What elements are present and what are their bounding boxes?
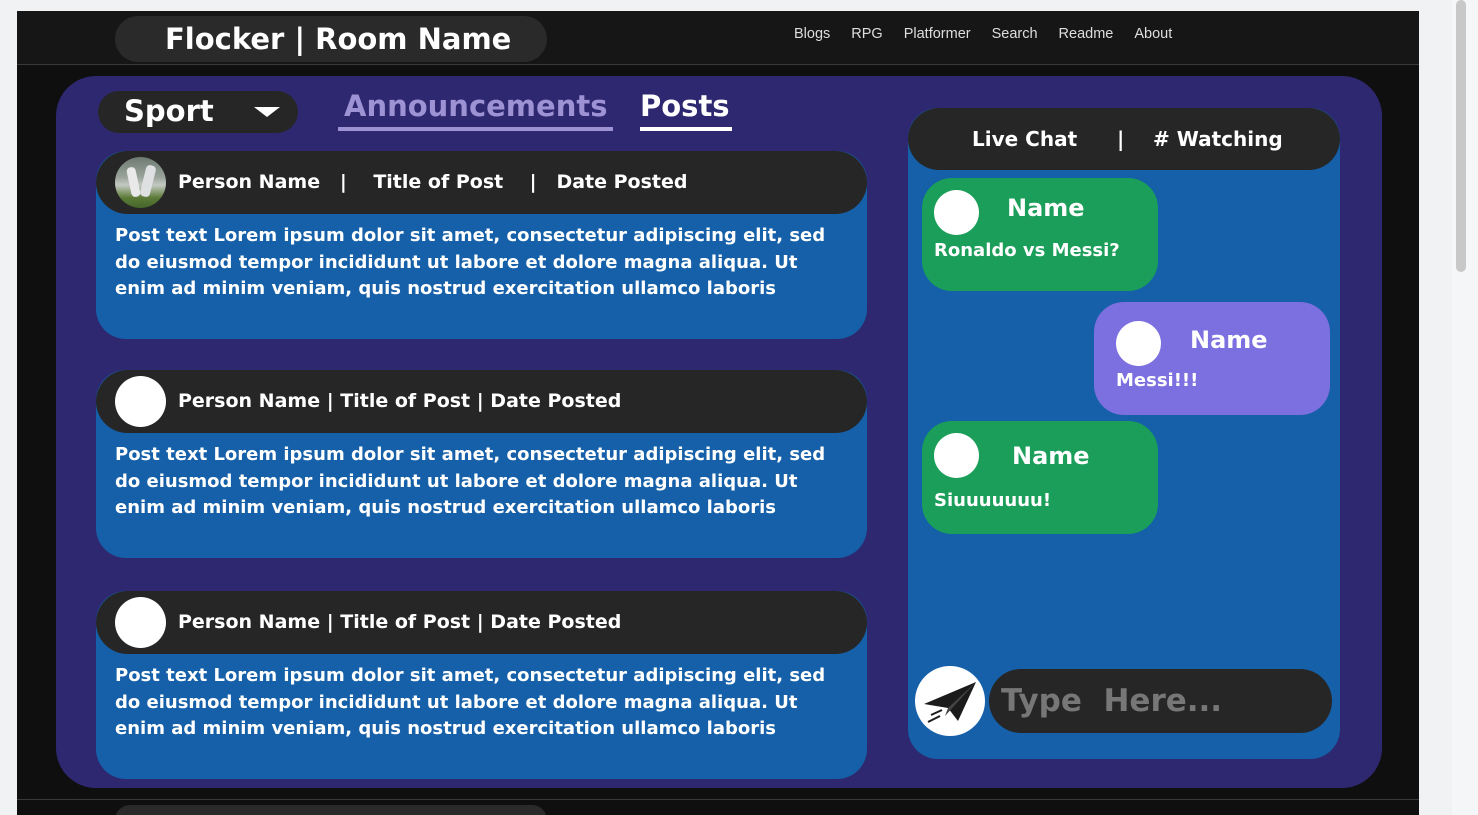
next-section-pill bbox=[115, 805, 547, 815]
category-dropdown-label: Sport bbox=[124, 94, 214, 128]
top-navbar: Flocker | Room Name Blogs RPG Platformer… bbox=[17, 11, 1419, 65]
nav-link-about[interactable]: About bbox=[1134, 26, 1172, 42]
avatar bbox=[1116, 321, 1161, 366]
post-body: Post text Lorem ipsum dolor sit amet, co… bbox=[115, 225, 826, 299]
chat-message: Name Messi!!! bbox=[1094, 302, 1330, 415]
live-chat-panel: Live Chat | # Watching Name Ronaldo vs M… bbox=[908, 108, 1340, 759]
nav-link-blogs[interactable]: Blogs bbox=[794, 26, 830, 42]
post-card[interactable]: Person Name | Title of Post | Date Poste… bbox=[96, 151, 867, 339]
chat-input[interactable]: Type Here... bbox=[989, 669, 1332, 733]
avatar bbox=[115, 376, 166, 427]
post-body: Post text Lorem ipsum dolor sit amet, co… bbox=[115, 665, 826, 739]
chevron-down-icon bbox=[254, 107, 280, 117]
category-dropdown[interactable]: Sport bbox=[98, 91, 298, 133]
send-button[interactable] bbox=[915, 666, 985, 736]
post-header: Person Name | Title of Post | Date Poste… bbox=[96, 591, 867, 654]
post-card[interactable]: Person Name | Title of Post | Date Poste… bbox=[96, 591, 867, 779]
chat-message: Name Siuuuuuuu! bbox=[922, 421, 1158, 534]
chat-message-text: Siuuuuuuu! bbox=[934, 490, 1052, 511]
watching-count: # Watching bbox=[1153, 127, 1283, 151]
post-body: Post text Lorem ipsum dolor sit amet, co… bbox=[115, 444, 826, 518]
avatar bbox=[115, 597, 166, 648]
post-header: Person Name | Title of Post | Date Poste… bbox=[96, 370, 867, 433]
room-panel: Sport Announcements Posts Person Name | … bbox=[56, 76, 1382, 788]
chat-message: Name Ronaldo vs Messi? bbox=[922, 178, 1158, 291]
post-card[interactable]: Person Name | Title of Post | Date Poste… bbox=[96, 370, 867, 558]
main-nav: Blogs RPG Platformer Search Readme About bbox=[794, 26, 1193, 42]
chat-message-text: Messi!!! bbox=[1116, 370, 1199, 391]
chat-message-text: Ronaldo vs Messi? bbox=[934, 240, 1120, 261]
paper-plane-icon bbox=[924, 682, 976, 723]
chat-message-author: Name bbox=[1190, 326, 1268, 354]
tab-posts[interactable]: Posts bbox=[640, 89, 732, 131]
avatar bbox=[934, 190, 979, 235]
chat-message-author: Name bbox=[1012, 442, 1090, 470]
chat-message-author: Name bbox=[1007, 194, 1085, 222]
post-header: Person Name | Title of Post | Date Poste… bbox=[96, 151, 867, 214]
page: Flocker | Room Name Blogs RPG Platformer… bbox=[17, 11, 1419, 815]
room-title: Flocker | Room Name bbox=[115, 16, 547, 62]
page-scrollbar[interactable] bbox=[1456, 0, 1466, 272]
tab-announcements[interactable]: Announcements bbox=[338, 89, 614, 131]
avatar bbox=[934, 433, 979, 478]
nav-link-readme[interactable]: Readme bbox=[1059, 26, 1114, 42]
next-section-strip bbox=[17, 799, 1419, 815]
nav-link-rpg[interactable]: RPG bbox=[851, 26, 882, 42]
chat-header: Live Chat | # Watching bbox=[908, 108, 1340, 170]
chat-title: Live Chat bbox=[972, 127, 1078, 151]
nav-link-platformer[interactable]: Platformer bbox=[904, 26, 971, 42]
nav-link-search[interactable]: Search bbox=[992, 26, 1038, 42]
avatar bbox=[115, 157, 166, 208]
chat-header-separator: | bbox=[1117, 127, 1125, 151]
